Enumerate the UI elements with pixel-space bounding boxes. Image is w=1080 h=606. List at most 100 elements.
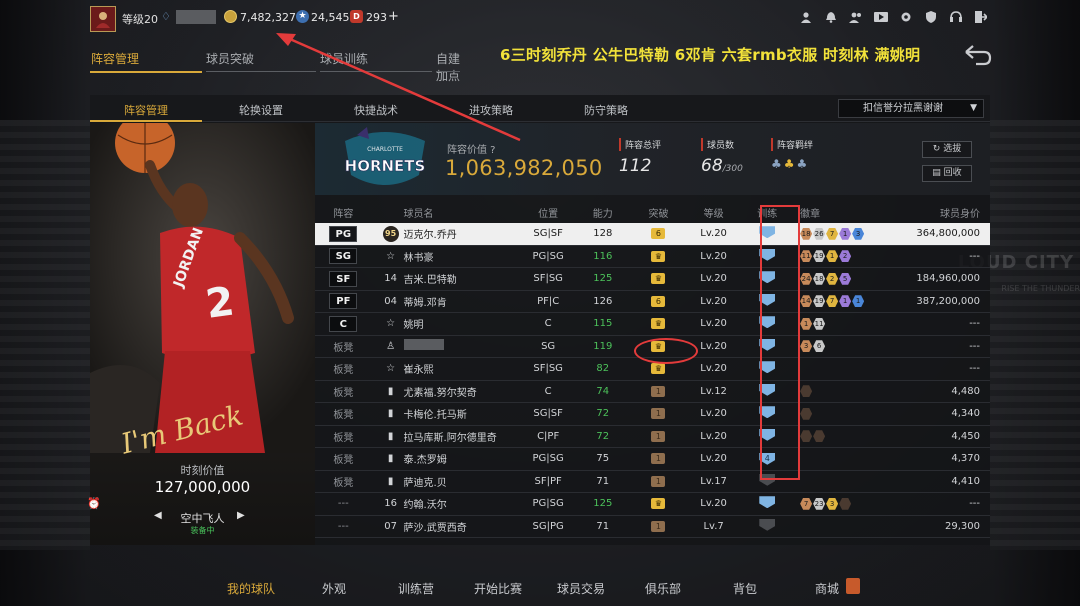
profile-icon[interactable]: [798, 9, 813, 24]
nav-player-trade[interactable]: 球员交易: [557, 580, 605, 597]
position-tag: 板凳: [333, 432, 354, 444]
table-row[interactable]: 板凳 ▮ 卡梅伦.托马斯 SG|SF 72 1 Lv.20 4,340: [315, 403, 990, 426]
gear-icon[interactable]: [898, 9, 913, 24]
nav-start-game[interactable]: 开始比赛: [474, 580, 522, 597]
table-row[interactable]: PG 95 迈克尔.乔丹 SG|SF 128 6 Lv.20 18 26 7 1 3 364,800,0…: [315, 223, 990, 246]
subtab-rotation-settings[interactable]: 轮换设置: [239, 102, 283, 118]
badges-cell[interactable]: 24 18 2 5: [794, 272, 885, 285]
col-header-level[interactable]: 等级: [687, 205, 741, 220]
breakthrough-cell[interactable]: ♛: [630, 250, 687, 262]
breakthrough-cell[interactable]: 6: [630, 295, 687, 307]
table-row[interactable]: --- 16 约翰.沃尔 PG|SG 125 ♛ Lv.20 7 23 3 --- ⏰: [87, 493, 990, 516]
table-row[interactable]: 板凳 ▮ 萨迪克.贝 SF|PF 71 1 Lv.17 4,410: [315, 471, 990, 493]
badges-cell[interactable]: [794, 385, 885, 398]
badge-icon: 23: [813, 497, 826, 510]
breakthrough-cell[interactable]: 1: [630, 520, 687, 532]
row-lineup-slot: SG: [315, 248, 372, 265]
nav-club[interactable]: 俱乐部: [645, 580, 681, 597]
breakthrough-cell[interactable]: 1: [630, 453, 687, 465]
rating-bars-icon: ▮: [387, 475, 394, 487]
security-shield-icon[interactable]: [923, 9, 938, 24]
add-currency-button[interactable]: +: [388, 9, 399, 24]
tab-custom-attributes[interactable]: 自建加点: [436, 50, 470, 84]
avatar[interactable]: [90, 6, 116, 32]
badges-cell[interactable]: 11 19 1 2: [794, 250, 885, 263]
nav-shop[interactable]: 商城: [815, 580, 839, 597]
bond-icon: ♣: [771, 157, 784, 171]
breakthrough-cell[interactable]: ♛: [630, 273, 687, 285]
breakthrough-crown-icon: 1: [651, 385, 666, 397]
col-header-ability[interactable]: 能力: [575, 205, 630, 220]
breakthrough-cell[interactable]: 1: [630, 430, 687, 442]
tab-lineup-management[interactable]: 阵容管理: [91, 50, 139, 67]
video-icon[interactable]: [873, 9, 888, 24]
table-row[interactable]: SF 14 吉米.巴特勒 SF|SG 125 ♛ Lv.20 24 18 2 5 184,960,00…: [315, 268, 990, 291]
player-position: SF|SG: [533, 273, 563, 285]
row-lineup-slot: 板凳: [315, 361, 372, 376]
col-header-player-value[interactable]: 球员身价: [886, 205, 990, 220]
nav-appearance[interactable]: 外观: [322, 580, 346, 597]
col-header-breakthrough[interactable]: 突破: [630, 205, 687, 220]
col-header-name[interactable]: 球员名: [400, 205, 521, 220]
table-row[interactable]: C ☆ 姚明 C 115 ♛ Lv.20 1 11 ---: [315, 313, 990, 336]
subtab-quick-tactics[interactable]: 快捷战术: [354, 102, 398, 118]
badges-cell[interactable]: 14 19 7 1 1: [794, 295, 885, 308]
col-header-badges[interactable]: 徽章: [794, 205, 885, 220]
breakthrough-cell[interactable]: ♛: [630, 318, 687, 330]
nav-backpack[interactable]: 背包: [733, 580, 757, 597]
subtab-lineup-management[interactable]: 阵容管理: [124, 102, 168, 118]
back-button[interactable]: [962, 44, 992, 66]
shop-bag-icon[interactable]: [846, 578, 860, 594]
breakthrough-cell[interactable]: ♛: [630, 363, 687, 375]
friends-icon[interactable]: [848, 9, 863, 24]
badges-cell[interactable]: [794, 407, 885, 420]
headset-icon[interactable]: [948, 9, 963, 24]
featured-player-card[interactable]: 2 JORDAN I'm Back 时刻价值 127,000,000 ◀ 空中飞…: [90, 123, 315, 545]
bond-icons[interactable]: ♣♣♣: [771, 157, 813, 171]
table-row[interactable]: 板凳 ▮ 尤素福.努尔契奇 C 74 1 Lv.12 4,480: [315, 381, 990, 403]
lineup-select-dropdown[interactable]: 扣信誉分拉黑谢谢 ▼: [838, 99, 984, 118]
tab-player-breakthrough[interactable]: 球员突破: [206, 50, 254, 67]
select-button[interactable]: ↻ 选拔: [922, 141, 972, 158]
player-level: Lv.20: [700, 408, 727, 420]
nav-my-team[interactable]: 我的球队: [227, 580, 275, 597]
table-row[interactable]: SG ☆ 林书豪 PG|SG 116 ♛ Lv.20 11 19 1 2 ---: [315, 246, 990, 268]
team-summary-header: CHARLOTTE HORNETS 阵容价值 ? 1,063,982,050 阵…: [315, 123, 990, 195]
player-ability: 72: [596, 408, 610, 420]
table-row[interactable]: PF 04 蒂姆.邓肯 PF|C 126 6 Lv.20 14 19 7 1 1 387,200,000: [315, 291, 990, 313]
training-cell[interactable]: [740, 496, 794, 511]
player-position: PG|SG: [532, 250, 564, 262]
breakthrough-cell[interactable]: 1: [630, 475, 687, 487]
subtab-defense-strategy[interactable]: 防守策略: [584, 102, 628, 118]
badges-cell[interactable]: 36: [794, 340, 885, 353]
breakthrough-cell[interactable]: 1: [630, 408, 687, 420]
breakthrough-cell[interactable]: 6: [630, 228, 687, 240]
breakthrough-cell[interactable]: ♛: [630, 498, 687, 510]
training-cell[interactable]: [740, 518, 794, 534]
breakthrough-crown-icon: 1: [651, 408, 666, 420]
table-row[interactable]: --- 07 萨沙.武贾西奇 SG|PG 71 1 Lv.7 29,300: [315, 516, 990, 538]
badges-cell[interactable]: [794, 430, 885, 443]
coin-balance: 7,482,327: [240, 11, 296, 24]
table-row[interactable]: 板凳 ▮ 拉马库斯.阿尔德里奇 C|PF 72 1 Lv.20 4,450: [315, 426, 990, 448]
player-ability: 125: [593, 273, 613, 285]
next-skin-button[interactable]: ▶: [237, 510, 245, 521]
col-header-lineup[interactable]: 阵容: [315, 205, 372, 220]
badges-cell[interactable]: 1 11: [794, 317, 885, 330]
breakthrough-cell[interactable]: 1: [630, 385, 687, 397]
position-tag: 板凳: [333, 477, 354, 489]
hornets-logo: CHARLOTTE HORNETS: [344, 127, 426, 185]
badges-cell[interactable]: 18 26 7 1 3: [794, 227, 885, 240]
tab-player-training[interactable]: 球员训练: [320, 50, 368, 67]
bell-icon[interactable]: [823, 9, 838, 24]
badges-cell[interactable]: 7 23 3: [794, 497, 885, 510]
breakthrough-crown-icon: ♛: [651, 318, 666, 330]
nav-training-camp[interactable]: 训练营: [398, 580, 434, 597]
recycle-button[interactable]: ▤ 回收: [922, 165, 972, 182]
exit-icon[interactable]: [973, 9, 988, 24]
table-row[interactable]: 板凳 ▮ 泰.杰罗姆 PG|SG 75 1 Lv.20 4 4,370: [315, 448, 990, 471]
badge-icon: 18: [813, 272, 826, 285]
subtab-offense-strategy[interactable]: 进攻策略: [469, 102, 513, 118]
col-header-position[interactable]: 位置: [521, 205, 576, 220]
d-currency-icon: D: [350, 10, 363, 23]
